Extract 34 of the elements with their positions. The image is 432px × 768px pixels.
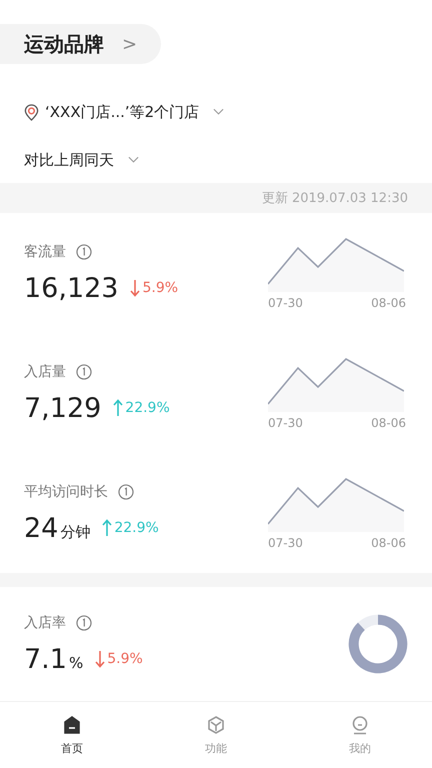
info-icon[interactable] <box>76 364 92 380</box>
store-filter[interactable]: ‘XXX门店...’等2个门店 <box>0 100 432 124</box>
axis-label: 07-30 <box>268 536 303 550</box>
donut-chart <box>348 614 408 674</box>
metric-value: 24 分钟 <box>24 512 90 544</box>
axis-label: 08-06 <box>371 536 406 550</box>
metric-value: 16,123 <box>24 272 118 304</box>
dropdown-caret-icon <box>128 156 139 164</box>
change-value: 5.9% <box>107 650 143 666</box>
metric-value: 7.1% <box>24 644 84 674</box>
metric-title: 入店率 <box>24 614 66 632</box>
tab[interactable]: 首页 <box>0 702 144 768</box>
axis-label: 08-06 <box>371 416 406 430</box>
change-value: 5.9% <box>142 280 178 296</box>
brand-selector[interactable]: 运动品牌 > <box>0 24 162 64</box>
metric-value: 7,129 <box>24 392 102 424</box>
metric-title: 客流量 <box>24 242 66 260</box>
compare-filter[interactable]: 对比上周同天 <box>0 148 432 172</box>
axis-label: 07-30 <box>268 296 303 310</box>
info-icon[interactable] <box>76 614 92 630</box>
home-icon <box>62 714 82 734</box>
metric-title: 平均访问时长 <box>24 482 108 500</box>
info-icon[interactable] <box>76 244 92 260</box>
metric-title: 入店量 <box>24 362 66 380</box>
update-time: 更新 2019.07.03 12:30 <box>262 190 408 207</box>
info-icon[interactable] <box>118 484 134 500</box>
dropdown-caret-icon <box>213 108 224 116</box>
axis-label: 08-06 <box>371 296 406 310</box>
location-pin-icon <box>24 104 39 120</box>
user-icon <box>350 714 370 734</box>
cube-icon <box>206 714 226 734</box>
axis-label: 07-30 <box>268 416 303 430</box>
change-value: 22.9% <box>114 520 159 536</box>
change-value: 22.9% <box>125 400 170 416</box>
